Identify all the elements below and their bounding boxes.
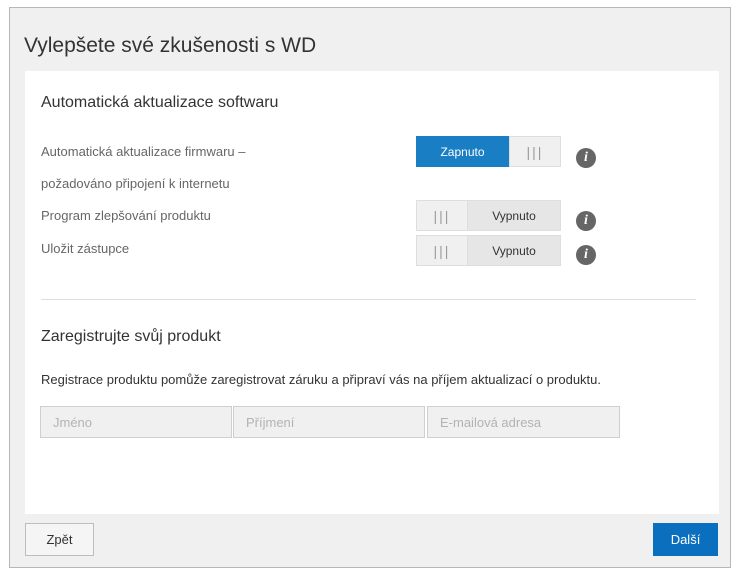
back-button[interactable]: Zpět xyxy=(25,523,94,556)
product-improvement-toggle[interactable]: ||| Vypnuto xyxy=(416,200,561,231)
toggle-off-label: Vypnuto xyxy=(468,200,561,231)
toggle-off-label: Vypnuto xyxy=(468,235,561,266)
setup-dialog: Vylepšete své zkušenosti s WD Automatick… xyxy=(9,7,731,568)
toggle-grip-icon: ||| xyxy=(416,200,468,231)
save-shortcuts-label: Uložit zástupce xyxy=(41,241,130,256)
save-shortcuts-toggle[interactable]: ||| Vypnuto xyxy=(416,235,561,266)
content-panel: Automatická aktualizace softwaru Automat… xyxy=(25,71,719,514)
toggle-grip-icon: ||| xyxy=(416,235,468,266)
firmware-update-label-line2: požadováno připojení k internetu xyxy=(41,176,230,191)
firmware-update-label-line1: Automatická aktualizace firmwaru – xyxy=(41,144,246,159)
registration-description: Registrace produktu pomůže zaregistrovat… xyxy=(41,372,601,387)
save-shortcuts-info-icon[interactable]: i xyxy=(576,245,596,265)
section-divider xyxy=(41,299,696,300)
product-improvement-info-icon[interactable]: i xyxy=(576,211,596,231)
product-improvement-label: Program zlepšování produktu xyxy=(41,208,211,223)
registration-title: Zaregistrujte svůj produkt xyxy=(41,328,221,345)
firmware-update-toggle[interactable]: Zapnuto ||| xyxy=(416,136,561,167)
toggle-grip-icon: ||| xyxy=(509,136,561,167)
software-update-title: Automatická aktualizace softwaru xyxy=(41,94,279,111)
firmware-update-info-icon[interactable]: i xyxy=(576,148,596,168)
first-name-field[interactable] xyxy=(40,406,232,438)
last-name-field[interactable] xyxy=(233,406,425,438)
email-field[interactable] xyxy=(427,406,620,438)
dialog-title: Vylepšete své zkušenosti s WD xyxy=(24,34,317,57)
next-button[interactable]: Další xyxy=(653,523,718,556)
toggle-on-label: Zapnuto xyxy=(416,136,509,167)
